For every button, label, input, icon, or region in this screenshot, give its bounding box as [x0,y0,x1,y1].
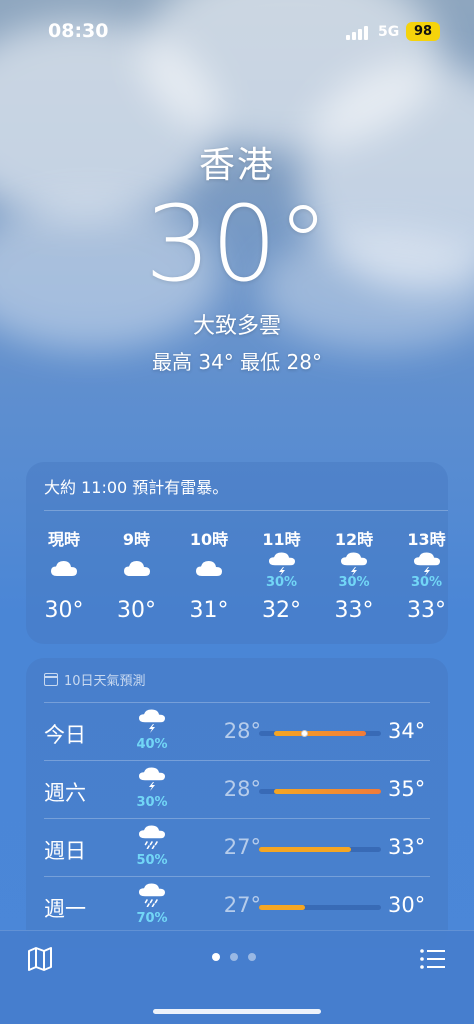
condition-text: 大致多雲 [192,314,281,339]
current-weather: 香港 30° 大致多雲 最高 34° 最低 28° [0,136,474,375]
precip-chance: 30% [136,795,168,810]
thunderstorm-icon [268,552,295,576]
rain-icon [139,883,165,908]
precip-chance: 30% [338,574,370,590]
daily-header: 10日天氣預測 [44,670,146,689]
daily-row[interactable]: 週六 30% 28° 35° [26,761,448,819]
hourly-list[interactable]: 現時 30° 9時 30° 10時 31° 11時 30% 32° 12時 30% 33° 13時 30%… [26,526,448,636]
hour-icon-wrap [101,548,173,592]
hour-item: 12時 30% 33° [318,526,390,623]
temperature-range-bar [259,847,381,852]
daily-row[interactable]: 週日 50% 27° 33° [26,819,448,877]
hour-item: 11時 30% 32° [246,526,318,623]
hour-temperature: 30° [44,598,84,623]
hour-item: 13時 30% 33° [391,526,449,623]
day-icon-wrap: 50% [130,825,174,868]
status-time: 08:30 [48,20,109,42]
low-temperature: 27° [223,893,261,917]
status-bar: 08:30 5G 98 [0,0,474,60]
temperature-range-fill [274,789,381,794]
page-indicator[interactable] [212,953,256,961]
high-temperature: 30° [388,893,426,917]
calendar-icon [44,673,58,686]
thunderstorm-icon [139,767,165,791]
hour-icon-wrap [28,548,100,592]
temperature-range-fill [274,731,366,736]
page-dot[interactable] [248,953,256,961]
high-low-text: 最高 34° 最低 28° [152,350,322,374]
hour-icon-wrap: 30% [318,548,390,592]
hour-icon-wrap: 30% [246,548,318,592]
hour-label: 10時 [189,530,229,549]
page-dot[interactable] [212,953,220,961]
hour-icon-wrap [173,548,245,592]
hour-label: 11時 [262,530,301,549]
hour-label: 13時 [407,530,446,549]
rain-icon [139,825,165,850]
day-label: 今日 [44,723,86,747]
hour-label: 12時 [334,530,374,549]
temperature-range-bar [259,730,381,737]
day-label: 週一 [44,897,86,921]
home-indicator [153,1009,321,1014]
high-temperature: 34° [388,719,426,743]
daily-title: 10日天氣預測 [64,674,146,689]
high-temperature: 35° [388,777,426,801]
hour-temperature: 31° [189,598,229,623]
thunderstorm-icon [139,709,165,733]
precip-chance: 70% [136,911,168,926]
precip-chance: 30% [410,574,443,590]
thunderstorm-icon [341,552,367,576]
cloud-icon [51,561,77,576]
hourly-forecast-card[interactable]: 大約 11:00 預計有雷暴。 現時 30° 9時 30° 10時 31° 11時 30% 32… [26,462,448,644]
hour-temperature: 30° [117,598,156,623]
daily-row[interactable]: 週一 70% 27° 30° [26,877,448,935]
hour-item: 10時 31° [173,526,245,623]
temperature-range-fill [259,847,351,852]
precip-chance: 40% [136,737,168,752]
daily-forecast-card[interactable]: 10日天氣預測 今日 40% 28° 34° 週六 30% 28° 35° 週日 50% 27° 33… [26,658,448,948]
temperature-range-bar [259,905,381,910]
low-temperature: 28° [223,719,261,743]
hour-label: 現時 [47,530,80,549]
precip-chance: 50% [136,853,168,868]
current-temperature: 30° [144,183,330,305]
day-icon-wrap: 40% [130,709,174,752]
hourly-summary: 大約 11:00 預計有雷暴。 [44,478,229,497]
hour-item: 現時 30° [28,526,100,623]
high-temperature: 33° [388,835,426,859]
battery-icon: 98 [406,22,440,41]
hour-icon-wrap: 30% [391,548,449,592]
hour-temperature: 32° [262,598,301,623]
map-icon[interactable] [26,945,54,973]
divider [44,510,448,511]
hour-label: 9時 [122,530,151,549]
hour-temperature: 33° [407,598,446,623]
low-temperature: 28° [223,777,261,801]
day-icon-wrap: 70% [130,883,174,926]
city-name: 香港 [198,145,275,186]
hour-temperature: 33° [334,598,374,623]
list-icon[interactable] [418,945,446,973]
cloud-icon [123,561,150,576]
signal-icon [346,26,368,40]
bottom-toolbar [0,930,474,1024]
temperature-range-bar [259,789,381,794]
page-dot[interactable] [230,953,238,961]
hour-item: 9時 30° [101,526,173,623]
thunderstorm-icon [413,552,440,576]
low-temperature: 27° [223,835,261,859]
precip-chance: 30% [265,574,298,590]
daily-row[interactable]: 今日 40% 28° 34° [26,703,448,761]
temperature-range-fill [259,905,305,910]
network-type: 5G [378,24,400,40]
day-label: 週日 [44,839,86,863]
day-icon-wrap: 30% [130,767,174,810]
day-label: 週六 [44,781,86,805]
cloud-icon [196,561,222,576]
